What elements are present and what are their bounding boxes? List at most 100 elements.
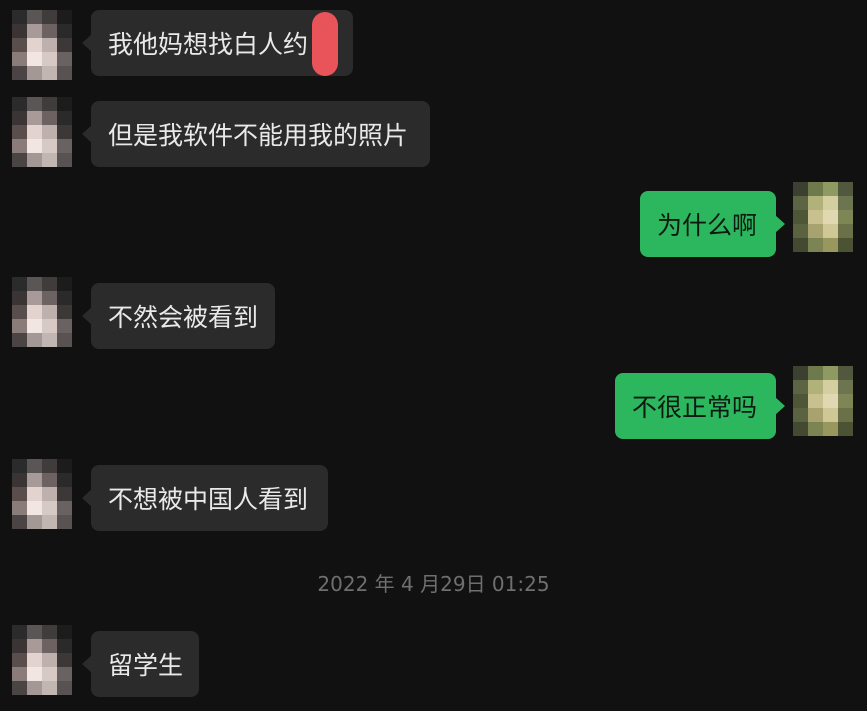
avatar-pixel — [42, 97, 57, 111]
avatar-pixel — [27, 515, 42, 529]
avatar-pixel — [27, 52, 42, 66]
avatar-pixel — [793, 380, 808, 394]
avatar-pixel — [27, 97, 42, 111]
contact-avatar[interactable] — [12, 459, 72, 529]
avatar-pixel — [793, 224, 808, 238]
avatar-pixel — [57, 111, 72, 125]
avatar-pixel — [12, 125, 27, 139]
avatar-pixel — [838, 394, 853, 408]
avatar-pixel — [793, 394, 808, 408]
message-text: 留学生 — [108, 651, 184, 680]
contact-avatar[interactable] — [12, 97, 72, 167]
avatar-pixel — [42, 487, 57, 501]
avatar-pixel — [823, 408, 838, 422]
avatar-pixel — [793, 422, 808, 436]
avatar-pixel — [12, 459, 27, 473]
avatar-pixel — [838, 408, 853, 422]
avatar-pixel — [12, 10, 27, 24]
avatar-pixel — [57, 139, 72, 153]
avatar-pixel — [27, 111, 42, 125]
avatar-pixel — [12, 487, 27, 501]
avatar-pixel — [27, 66, 42, 80]
avatar-pixel — [57, 473, 72, 487]
avatar-pixel — [42, 515, 57, 529]
avatar-pixel — [12, 501, 27, 515]
avatar-pixel — [27, 625, 42, 639]
avatar-pixel — [27, 333, 42, 347]
avatar-pixel — [57, 653, 72, 667]
avatar-pixel — [27, 24, 42, 38]
avatar-pixel — [12, 473, 27, 487]
avatar-pixel — [42, 153, 57, 167]
avatar-pixel — [793, 196, 808, 210]
avatar-pixel — [808, 408, 823, 422]
avatar-pixel — [42, 66, 57, 80]
avatar-pixel — [57, 319, 72, 333]
avatar-pixel — [838, 380, 853, 394]
avatar-pixel — [57, 667, 72, 681]
avatar-pixel — [808, 238, 823, 252]
message-text: 我他妈想找白人约 — [108, 30, 309, 59]
avatar-pixel — [42, 667, 57, 681]
avatar-pixel — [12, 24, 27, 38]
message-bubble-incoming[interactable]: 但是我软件不能用我的照片 — [82, 101, 430, 167]
avatar-pixel — [12, 319, 27, 333]
message-bubble-incoming[interactable]: 不想被中国人看到 — [82, 465, 328, 531]
avatar-pixel — [27, 639, 42, 653]
avatar-pixel — [42, 473, 57, 487]
avatar-pixel — [42, 681, 57, 695]
avatar-pixel — [27, 473, 42, 487]
avatar-pixel — [808, 422, 823, 436]
avatar-pixel — [57, 24, 72, 38]
avatar-pixel — [823, 210, 838, 224]
avatar-pixel — [42, 38, 57, 52]
avatar-pixel — [27, 681, 42, 695]
contact-avatar[interactable] — [12, 625, 72, 695]
avatar-pixel — [57, 515, 72, 529]
avatar-pixel — [57, 125, 72, 139]
avatar-pixel — [57, 305, 72, 319]
message-text: 为什么啊 — [657, 211, 758, 240]
avatar-pixel — [12, 66, 27, 80]
avatar-pixel — [27, 10, 42, 24]
avatar-pixel — [12, 305, 27, 319]
avatar-pixel — [57, 52, 72, 66]
avatar-pixel — [823, 394, 838, 408]
self-avatar[interactable] — [793, 182, 853, 252]
avatar-pixel — [42, 111, 57, 125]
avatar-pixel — [57, 487, 72, 501]
avatar-pixel — [42, 625, 57, 639]
avatar-pixel — [42, 639, 57, 653]
avatar-pixel — [42, 125, 57, 139]
self-avatar[interactable] — [793, 366, 853, 436]
contact-avatar[interactable] — [12, 277, 72, 347]
avatar-pixel — [57, 625, 72, 639]
avatar-pixel — [823, 182, 838, 196]
avatar-pixel — [808, 182, 823, 196]
avatar-pixel — [808, 210, 823, 224]
avatar-pixel — [793, 238, 808, 252]
message-bubble-incoming[interactable]: 不然会被看到 — [82, 283, 275, 349]
avatar-pixel — [823, 224, 838, 238]
avatar-pixel — [27, 125, 42, 139]
avatar-pixel — [57, 501, 72, 515]
message-text: 不然会被看到 — [108, 303, 259, 332]
message-bubble-outgoing[interactable]: 不很正常吗 — [615, 373, 785, 439]
avatar-pixel — [57, 66, 72, 80]
avatar-pixel — [27, 653, 42, 667]
avatar-pixel — [12, 653, 27, 667]
message-bubble-outgoing[interactable]: 为什么啊 — [640, 191, 785, 257]
avatar-pixel — [27, 291, 42, 305]
avatar-pixel — [838, 422, 853, 436]
contact-avatar[interactable] — [12, 10, 72, 80]
message-bubble-incoming[interactable]: 留学生 — [82, 631, 199, 697]
avatar-pixel — [12, 515, 27, 529]
avatar-pixel — [57, 459, 72, 473]
avatar-pixel — [793, 182, 808, 196]
avatar-pixel — [42, 501, 57, 515]
avatar-pixel — [12, 153, 27, 167]
avatar-pixel — [57, 38, 72, 52]
avatar-pixel — [57, 277, 72, 291]
avatar-pixel — [793, 210, 808, 224]
avatar-pixel — [12, 111, 27, 125]
